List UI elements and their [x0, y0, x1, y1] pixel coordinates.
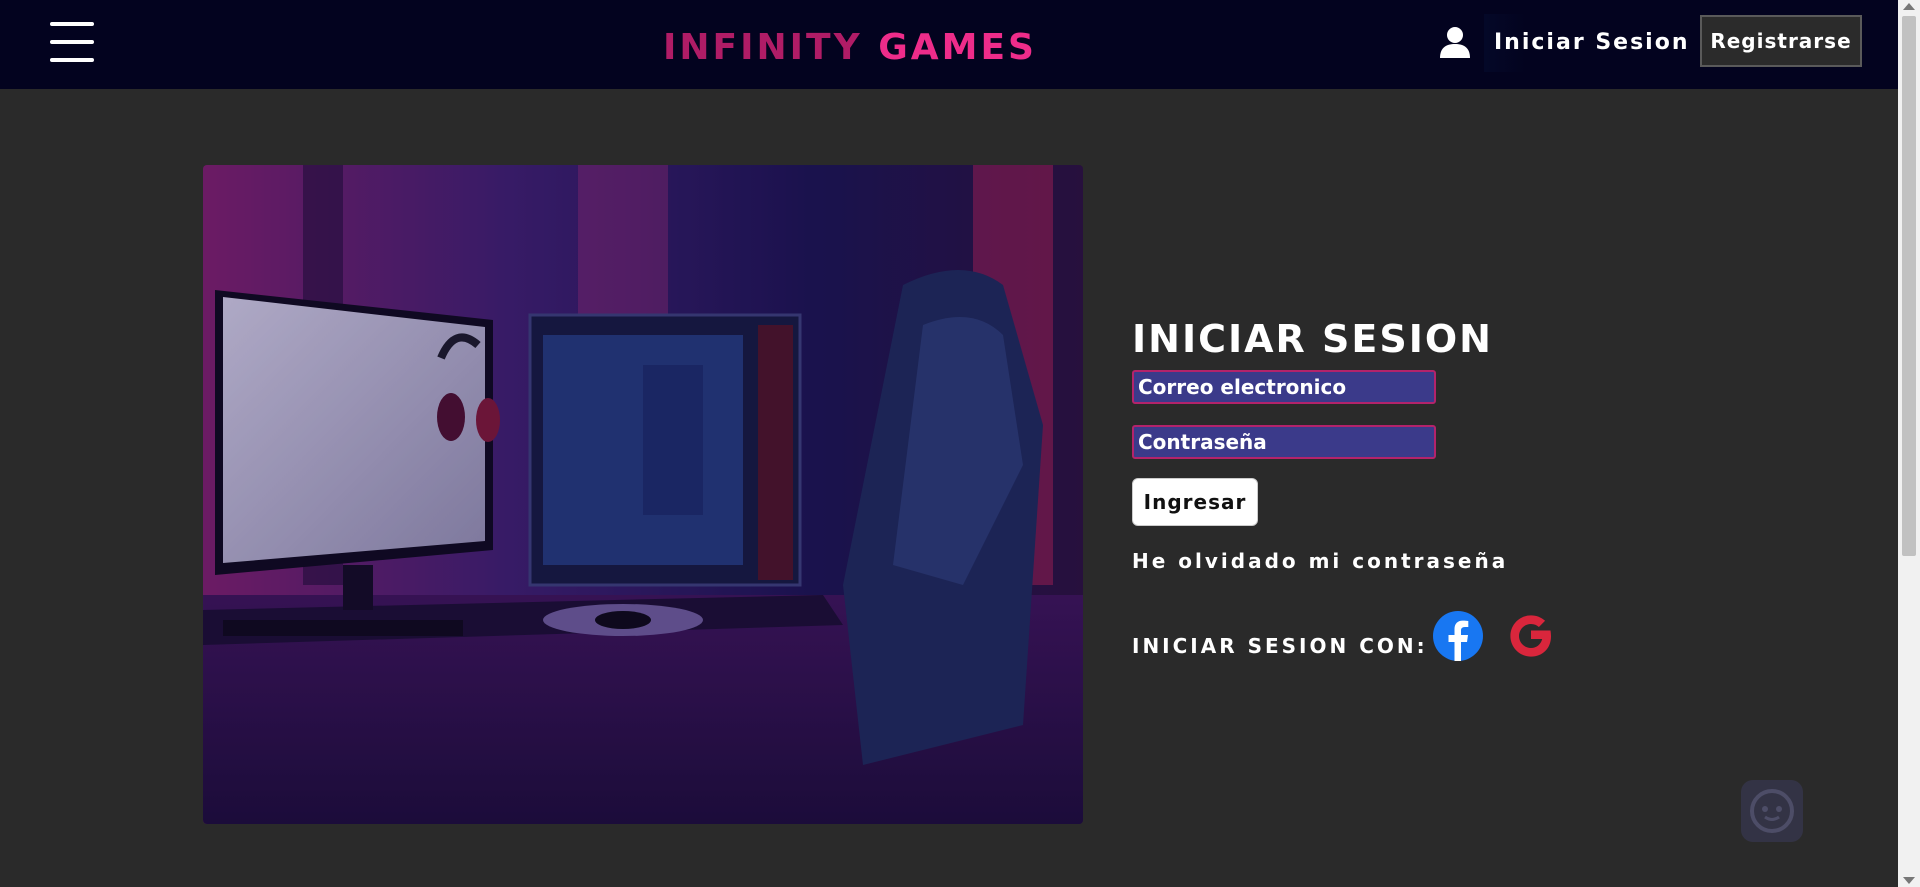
logo-text-infinity: INFINITY — [663, 27, 863, 68]
social-login-label: INICIAR SESION CON: — [1132, 634, 1428, 658]
submit-button[interactable]: Ingresar — [1132, 478, 1258, 526]
scroll-up-arrow-icon[interactable] — [1903, 3, 1915, 10]
page-scrollbar[interactable] — [1898, 0, 1920, 887]
scroll-thumb[interactable] — [1902, 16, 1916, 556]
bot-icon[interactable] — [1741, 780, 1803, 842]
facebook-icon[interactable] — [1432, 610, 1484, 662]
user-icon[interactable] — [1438, 25, 1472, 59]
google-icon[interactable] — [1502, 607, 1560, 665]
login-title: INICIAR SESION — [1132, 317, 1493, 361]
hamburger-menu-icon[interactable] — [50, 22, 94, 62]
forgot-password-link[interactable]: He olvidado mi contraseña — [1132, 546, 1508, 576]
register-button[interactable]: Registrarse — [1700, 15, 1862, 67]
site-logo[interactable]: INFINITY GAMES — [663, 26, 1037, 70]
logo-text-games: GAMES — [878, 27, 1037, 68]
email-field[interactable] — [1132, 370, 1436, 404]
login-link[interactable]: Iniciar Sesion — [1484, 14, 1690, 72]
scroll-down-arrow-icon[interactable] — [1903, 877, 1915, 884]
navbar: INFINITY GAMES Iniciar Sesion Registrars… — [0, 0, 1898, 89]
hero-gaming-setup-image — [203, 165, 1083, 824]
password-field[interactable] — [1132, 425, 1436, 459]
